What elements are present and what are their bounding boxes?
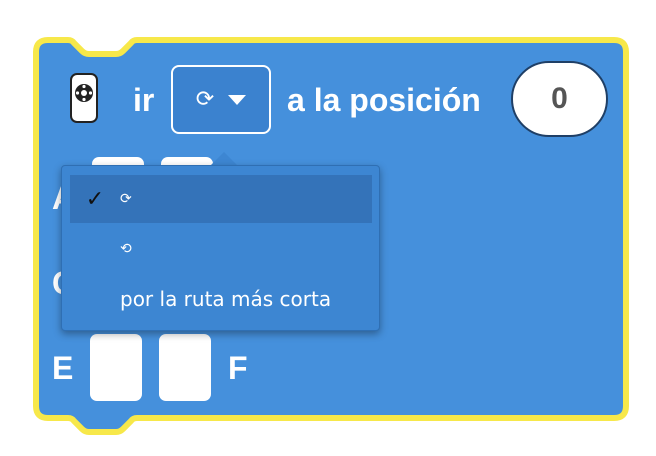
chevron-down-icon (228, 94, 247, 105)
port-letter-f: F (228, 350, 248, 386)
check-icon: ✓ (85, 186, 105, 212)
menu-item-label: ⟲ (120, 241, 132, 257)
position-input[interactable] (511, 61, 608, 137)
motor-icon (70, 73, 98, 123)
direction-dropdown-menu: ✓ ⟳ ⟲ por la ruta más corta (61, 165, 380, 331)
position-label: a la posición (287, 82, 481, 118)
menu-item-shortest-path[interactable]: por la ruta más corta (70, 275, 372, 323)
port-letter-e: E (52, 350, 74, 386)
menu-item-label: por la ruta más corta (120, 287, 332, 311)
menu-item-counterclockwise[interactable]: ⟲ (70, 225, 372, 273)
block-prefix-label: ir (133, 82, 155, 118)
menu-item-clockwise[interactable]: ✓ ⟳ (70, 175, 372, 223)
direction-dropdown-value: ⟳ (195, 87, 215, 112)
direction-dropdown[interactable]: ⟳ (171, 65, 271, 134)
menu-item-label: ⟳ (120, 191, 132, 207)
port-e-slot[interactable] (90, 334, 142, 401)
port-f-slot[interactable] (159, 334, 211, 401)
dropdown-menu-arrow (210, 152, 238, 166)
